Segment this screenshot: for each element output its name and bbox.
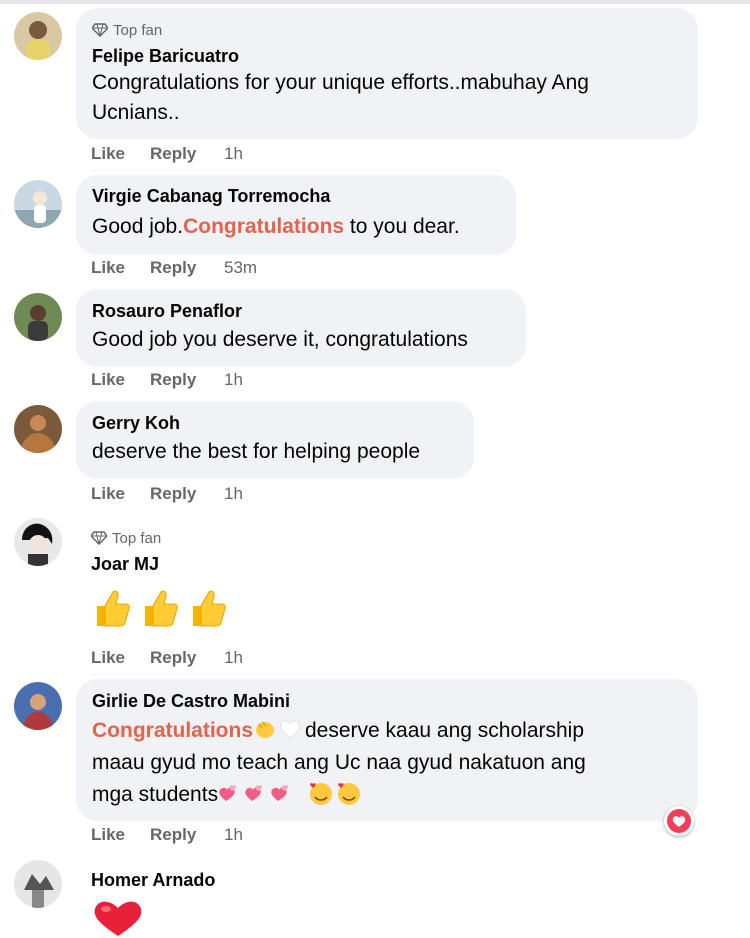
- like-button[interactable]: Like: [91, 144, 150, 164]
- diamond-icon: [91, 531, 107, 545]
- comment-text: Congratulations for your unique efforts.…: [92, 68, 680, 128]
- smiling-face-with-hearts-icon: [310, 783, 361, 805]
- comment-author[interactable]: Felipe Baricuatro: [92, 44, 680, 68]
- comment-text-line: mga students: [92, 779, 680, 811]
- comment-actions: Like Reply 53m: [91, 258, 257, 278]
- comment-author[interactable]: Rosauro Penaflor: [92, 299, 508, 323]
- top-fan-badge: Top fan: [92, 20, 680, 40]
- top-divider: [0, 0, 750, 4]
- heart-reaction-badge[interactable]: [664, 806, 694, 836]
- reply-button[interactable]: Reply: [150, 370, 224, 390]
- avatar[interactable]: [14, 405, 62, 453]
- comment-text: deserve the best for helping people: [92, 440, 421, 463]
- comment-actions: Like Reply 1h: [91, 648, 243, 668]
- comment-actions: Like Reply 1h: [91, 484, 243, 504]
- avatar[interactable]: [14, 12, 62, 60]
- comment-text: Good job.Congratulations to you dear.: [92, 212, 498, 242]
- comment-timestamp[interactable]: 1h: [224, 648, 243, 668]
- clapping-hands-icon: [256, 721, 274, 738]
- comment-author[interactable]: Gerry Koh: [92, 411, 456, 435]
- comment-actions: Like Reply 1h: [91, 144, 243, 164]
- like-button[interactable]: Like: [91, 648, 150, 668]
- avatar[interactable]: [14, 518, 62, 566]
- comment-text-line: Ucnians..: [92, 101, 180, 124]
- like-button[interactable]: Like: [91, 258, 150, 278]
- reply-button[interactable]: Reply: [150, 648, 224, 668]
- reply-button[interactable]: Reply: [150, 258, 224, 278]
- comment-text-line: Congratulations for your unique efforts.…: [92, 71, 589, 94]
- comment-bubble: Top fan Felipe Baricuatro Congratulation…: [76, 8, 698, 139]
- comment-bubble: Rosauro Penaflor Good job you deserve it…: [76, 289, 526, 367]
- comment-timestamp[interactable]: 1h: [224, 484, 243, 504]
- white-heart-icon: [279, 720, 301, 739]
- avatar[interactable]: [14, 180, 62, 228]
- comment-text-part: Good job.: [92, 215, 184, 238]
- comment-timestamp[interactable]: 1h: [224, 144, 243, 164]
- comment-text-line: Congratulations deserve kaau ang scholars…: [92, 715, 680, 747]
- top-fan-badge: Top fan: [91, 528, 235, 548]
- comment-author[interactable]: Virgie Cabanag Torremocha: [92, 184, 498, 208]
- like-button[interactable]: Like: [91, 370, 150, 390]
- avatar[interactable]: [14, 682, 62, 730]
- like-button[interactable]: Like: [91, 825, 150, 845]
- comment-author[interactable]: Joar MJ: [91, 552, 235, 576]
- comment-text-part: deserve kaau ang scholarship: [305, 719, 585, 742]
- heart-icon: [667, 809, 691, 833]
- comment-content: Homer Arnado: [91, 868, 215, 938]
- comment-author[interactable]: Girlie De Castro Mabini: [92, 689, 680, 713]
- badge-label: Top fan: [112, 529, 162, 547]
- thumbs-up-icon: [97, 590, 130, 627]
- comment-content: Top fan Joar MJ: [91, 526, 235, 628]
- comment-actions: Like Reply 1h: [91, 825, 243, 845]
- highlighted-hashtag[interactable]: Congratulations: [183, 215, 344, 238]
- comment-author[interactable]: Homer Arnado: [91, 868, 215, 892]
- avatar[interactable]: [14, 293, 62, 341]
- comment-text-line: maau gyud mo teach ang Uc naa gyud nakat…: [92, 751, 586, 774]
- comment-text: Good job you deserve it, congratulations: [92, 328, 468, 351]
- comment-text-part: to you dear.: [344, 215, 460, 238]
- hearts-emoji-icon: [219, 785, 289, 801]
- comment-bubble: Girlie De Castro Mabini Congratulations d…: [76, 679, 698, 821]
- reply-button[interactable]: Reply: [150, 825, 224, 845]
- comment-actions: Like Reply 1h: [91, 370, 243, 390]
- like-button[interactable]: Like: [91, 484, 150, 504]
- avatar[interactable]: [14, 860, 62, 908]
- diamond-icon: [92, 23, 108, 37]
- comment-bubble: Gerry Koh deserve the best for helping p…: [76, 401, 474, 479]
- comment-text-part: mga students: [92, 783, 219, 806]
- reply-button[interactable]: Reply: [150, 484, 224, 504]
- thumbs-up-icon: [145, 590, 178, 627]
- badge-label: Top fan: [113, 21, 163, 39]
- red-heart-icon: [94, 901, 142, 936]
- comment-text: Congratulations deserve kaau ang scholars…: [92, 715, 680, 811]
- thumbs-up-icon: [193, 590, 226, 627]
- emoji-row: [91, 586, 235, 628]
- comment-bubble: Virgie Cabanag Torremocha Good job.Congr…: [76, 175, 516, 255]
- highlighted-hashtag[interactable]: Congratulations: [92, 719, 253, 742]
- comment-timestamp[interactable]: 1h: [224, 825, 243, 845]
- reply-button[interactable]: Reply: [150, 144, 224, 164]
- comment-timestamp[interactable]: 53m: [224, 258, 257, 278]
- comment-timestamp[interactable]: 1h: [224, 370, 243, 390]
